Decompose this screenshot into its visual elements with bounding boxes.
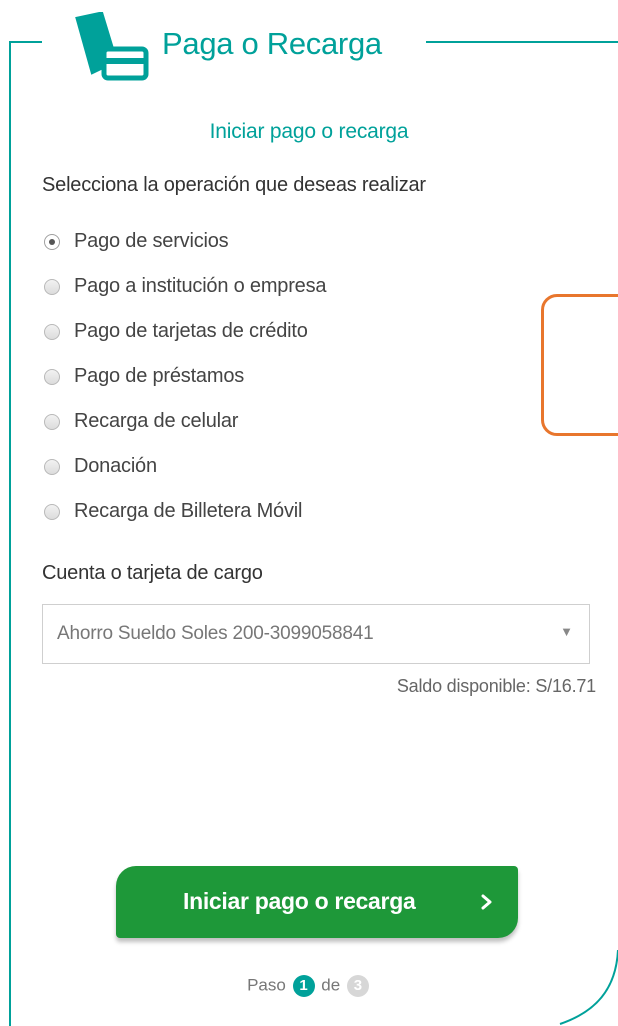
radio-button[interactable] [44, 413, 60, 430]
step-middle: de [321, 975, 341, 995]
radio-label: Pago de préstamos [74, 365, 245, 387]
account-select[interactable]: Ahorro Sueldo Soles 200-3099058841 ▼ [42, 604, 590, 664]
radio-option-pago-tarjetas[interactable]: Pago de tarjetas de crédito [44, 309, 326, 354]
radio-label: Pago de servicios [74, 230, 229, 252]
start-payment-button[interactable]: Iniciar pago o recarga [116, 866, 518, 938]
radio-label: Pago a institución o empresa [74, 275, 327, 297]
current-step-badge: 1 [292, 975, 315, 997]
radio-button[interactable] [44, 368, 60, 385]
radio-option-recarga-billetera[interactable]: Recarga de Billetera Móvil [44, 489, 326, 534]
radio-label: Donación [74, 455, 157, 477]
highlight-box [541, 294, 618, 436]
radio-option-donacion[interactable]: Donación [44, 444, 326, 489]
account-field-label: Cuenta o tarjeta de cargo [42, 562, 263, 584]
operation-prompt: Selecciona la operación que deseas reali… [42, 174, 426, 196]
step-indicator: Paso 1 de 3 [0, 975, 618, 997]
radio-button[interactable] [44, 278, 60, 295]
radio-option-pago-prestamos[interactable]: Pago de préstamos [44, 354, 326, 399]
account-select-value: Ahorro Sueldo Soles 200-3099058841 [57, 623, 374, 644]
form-subtitle: Iniciar pago o recarga [209, 120, 409, 143]
step-prefix: Paso [247, 975, 286, 995]
radio-label: Recarga de Billetera Móvil [74, 500, 303, 522]
total-steps-badge: 3 [346, 975, 369, 997]
available-balance: Saldo disponible: S/16.71 [396, 676, 596, 696]
radio-button-selected[interactable] [44, 233, 60, 250]
operation-radio-group: Pago de servicios Pago a institución o e… [44, 219, 327, 534]
radio-option-pago-servicios[interactable]: Pago de servicios [44, 219, 326, 264]
radio-button[interactable] [44, 458, 60, 475]
radio-button[interactable] [44, 323, 60, 340]
card-payment-icon [70, 11, 152, 82]
panel-title: Paga o Recarga [162, 26, 382, 61]
radio-option-pago-institucion[interactable]: Pago a institución o empresa [44, 264, 327, 309]
radio-option-recarga-celular[interactable]: Recarga de celular [44, 399, 326, 444]
radio-button[interactable] [44, 503, 60, 520]
start-payment-button-label: Iniciar pago o recarga [183, 888, 416, 914]
chevron-right-icon [481, 894, 492, 910]
radio-label: Pago de tarjetas de crédito [74, 320, 308, 342]
radio-label: Recarga de celular [74, 410, 239, 432]
caret-down-icon: ▼ [560, 624, 573, 639]
